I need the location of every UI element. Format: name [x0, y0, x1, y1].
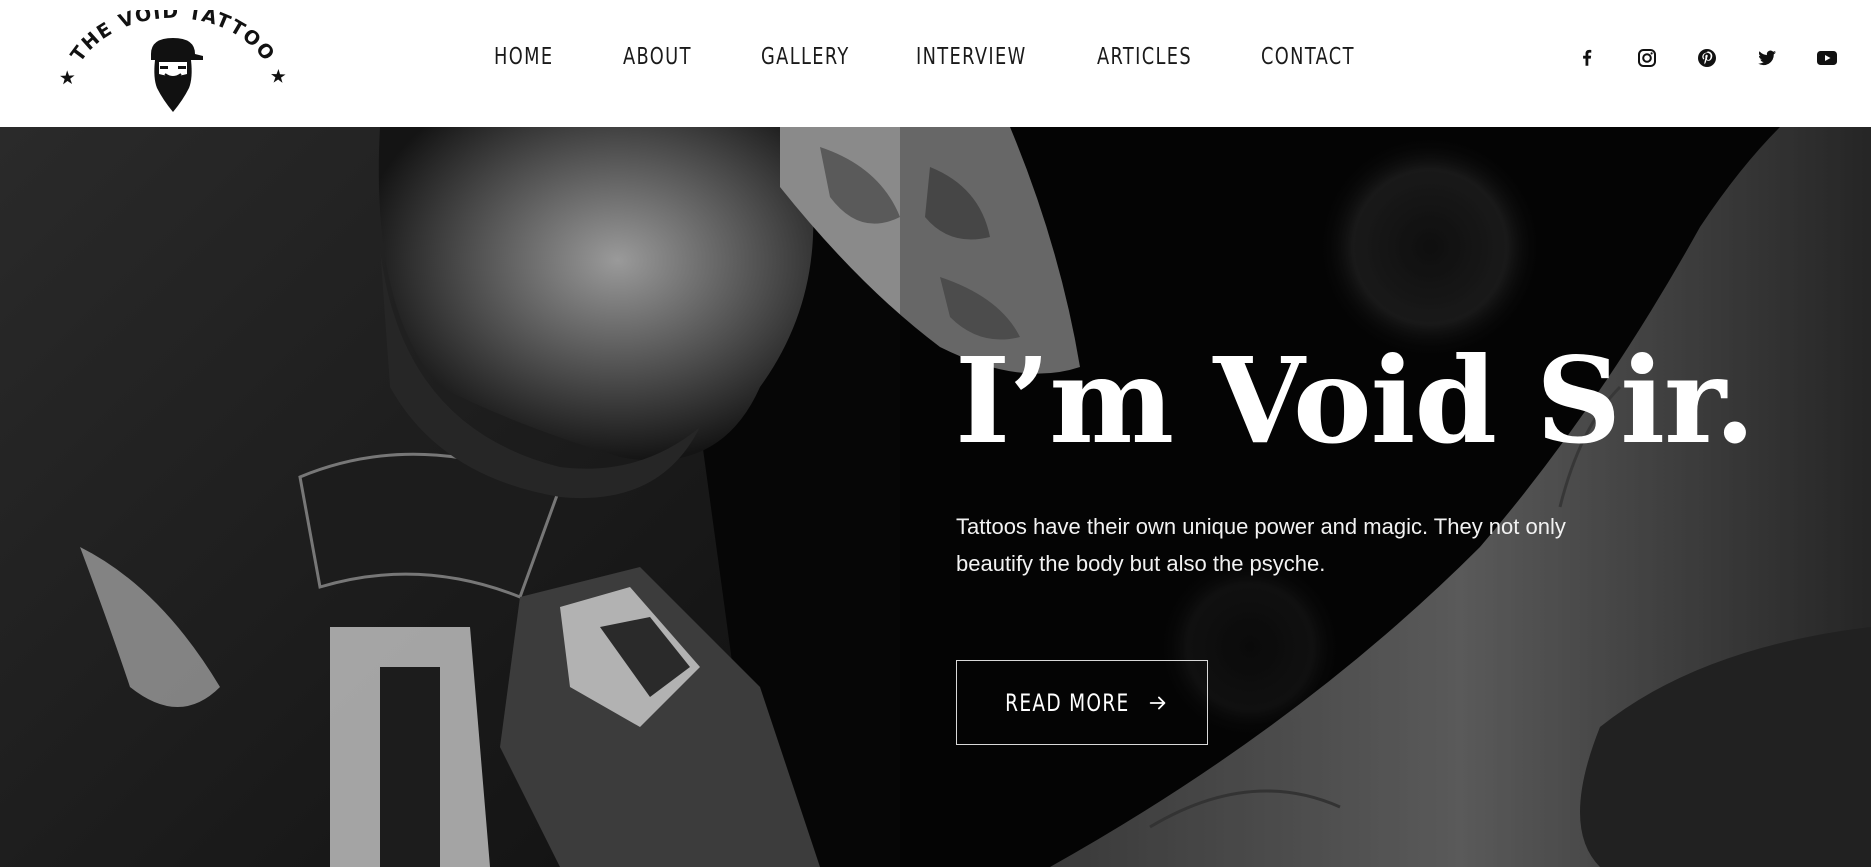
nav-home[interactable]: HOME	[494, 44, 554, 70]
nav-gallery[interactable]: GALLERY	[761, 44, 850, 70]
bearded-man-icon	[151, 38, 203, 112]
nav-contact[interactable]: CONTACT	[1261, 44, 1355, 70]
hero-title: I’m Void Sir.	[955, 331, 1756, 470]
hero-description: Tattoos have their own unique power and …	[956, 514, 1566, 576]
facebook-icon[interactable]	[1575, 46, 1599, 70]
site-header: ★ THE VOID TATTOO ★ HOME ABOUT GALLERY I…	[0, 0, 1871, 127]
pinterest-icon[interactable]	[1695, 46, 1719, 70]
youtube-icon[interactable]	[1815, 46, 1839, 70]
read-more-button[interactable]: READ MORE	[956, 660, 1208, 745]
site-logo[interactable]: ★ THE VOID TATTOO ★	[58, 10, 288, 120]
logo-graphic: ★ THE VOID TATTOO ★	[58, 10, 288, 112]
nav-interview[interactable]: INTERVIEW	[916, 44, 1027, 70]
arrow-right-icon	[1150, 696, 1166, 709]
read-more-label: READ MORE	[1004, 688, 1130, 717]
instagram-icon[interactable]	[1635, 46, 1659, 70]
hero-section: I’m Void Sir. Tattoos have their own uni…	[0, 127, 1871, 867]
hero-photo	[0, 127, 1871, 867]
social-links	[1571, 0, 1871, 116]
nav-about[interactable]: ABOUT	[623, 44, 692, 70]
twitter-icon[interactable]	[1755, 46, 1779, 70]
nav-articles[interactable]: ARTICLES	[1097, 44, 1192, 70]
